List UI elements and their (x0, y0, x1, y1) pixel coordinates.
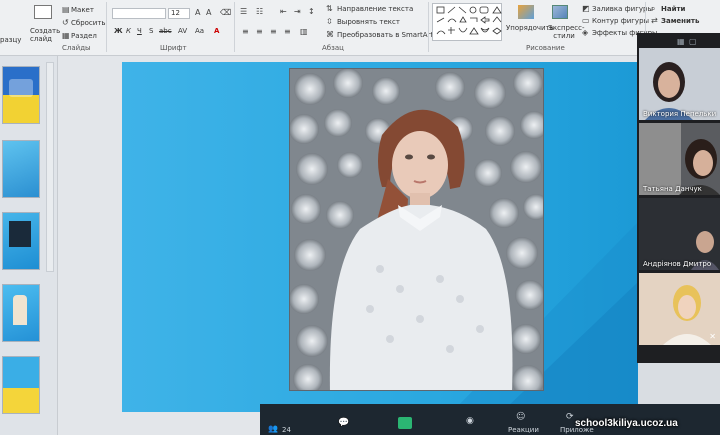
align-text-button[interactable]: Выровнять текст (337, 18, 400, 26)
grow-font-icon[interactable]: A (195, 9, 200, 17)
paragraph-group-label: Абзац (322, 44, 344, 52)
thumbnail-figure (13, 295, 27, 325)
separator (106, 2, 107, 52)
participant-tile[interactable]: Андріянов Дмитро (639, 198, 720, 270)
participants-count: 24 (282, 426, 291, 434)
slide-thumbnail[interactable] (2, 284, 40, 342)
participants-icon[interactable]: 👥 (268, 424, 278, 433)
chat-icon[interactable]: 💬 (338, 418, 349, 428)
participant-name: Татьяна Данчук (643, 185, 702, 193)
font-size-combo[interactable]: 12 (168, 8, 190, 19)
gallery-view-icon[interactable]: ▦ (677, 37, 685, 46)
text-direction-icon: ⇅ (326, 4, 333, 13)
shape-outline-button[interactable]: Контур фигуры (592, 17, 649, 25)
section-button[interactable]: Раздел (71, 32, 97, 40)
strikethrough-button[interactable]: abc (159, 27, 172, 35)
speaker-view-icon[interactable]: ▢ (689, 37, 697, 46)
shapes-icons (436, 6, 502, 35)
new-slide-icon (34, 5, 52, 19)
indent-decrease-icon[interactable]: ⇤ (280, 8, 287, 16)
text-direction-button[interactable]: Направление текста (337, 5, 413, 13)
reactions-button[interactable]: Реакции (508, 426, 539, 434)
bullets-icon[interactable]: ☰ (240, 8, 247, 16)
shape-fill-button[interactable]: Заливка фигуры (592, 5, 653, 13)
font-size-value: 12 (171, 9, 180, 17)
shape-fill-icon: ◩ (582, 4, 590, 13)
spacing-button[interactable]: AV (178, 27, 187, 35)
participant-name: Андріянов Дмитро (643, 260, 712, 268)
bold-button[interactable]: Ж (114, 27, 123, 35)
record-icon[interactable]: ◉ (466, 416, 474, 426)
new-slide-button[interactable]: Создать слайд (30, 27, 60, 43)
quick-styles-button[interactable]: Экспресс-стили (548, 24, 585, 40)
shrink-font-icon[interactable]: A (206, 9, 211, 17)
clear-format-icon[interactable]: ⌫ (220, 9, 231, 17)
muted-mic-icon: ✕ (709, 332, 716, 341)
ribbon: разцу Создать слайд ▤ Макет ↺ Сбросить ▦… (0, 0, 720, 56)
slide-thumbnail[interactable] (2, 140, 40, 198)
smartart-icon: ⌘ (326, 30, 334, 39)
align-text-icon: ⇳ (326, 17, 333, 26)
thumbnail-figure (9, 79, 33, 97)
font-family-combo[interactable] (112, 8, 166, 19)
quick-styles-icon (552, 5, 568, 19)
indent-increase-icon[interactable]: ⇥ (294, 8, 301, 16)
shape-effects-icon: ◈ (582, 28, 589, 37)
arrange-button[interactable]: Упорядочить (506, 24, 554, 32)
layout-icon: ▤ (62, 5, 70, 14)
participant-tile[interactable]: Виктория Пепельки (639, 48, 720, 120)
reactions-icon[interactable]: ☺ (516, 412, 525, 422)
case-button[interactable]: Aa (195, 27, 204, 35)
video-call-panel: ▦ ▢ Виктория Пепельки Татьяна Данчук Анд… (637, 33, 720, 363)
thumbnail-photo (9, 221, 31, 247)
participant-tile[interactable]: ✕ (639, 273, 720, 345)
cut-label: разцу (0, 36, 22, 44)
line-spacing-icon[interactable]: ↕ (308, 8, 315, 16)
italic-button[interactable]: К (126, 27, 131, 35)
smartart-button[interactable]: Преобразовать в SmartArt (337, 31, 433, 39)
share-screen-button[interactable] (398, 417, 412, 429)
participant-name: Виктория Пепельки (643, 110, 717, 118)
align-center-icon[interactable]: ≡ (256, 28, 263, 36)
slide-thumbnail[interactable] (2, 66, 40, 124)
screen: разцу Создать слайд ▤ Макет ↺ Сбросить ▦… (0, 0, 720, 435)
separator (428, 2, 429, 52)
drawing-group-label: Рисование (526, 44, 565, 52)
shape-outline-icon: ▭ (582, 16, 590, 25)
slides-group-label: Слайды (62, 44, 91, 52)
student-photo[interactable] (289, 68, 544, 391)
align-left-icon[interactable]: ≡ (242, 28, 249, 36)
participant-tile[interactable]: Татьяна Данчук (639, 123, 720, 195)
replace-button[interactable]: Заменить (661, 17, 699, 25)
numbering-icon[interactable]: ☷ (256, 8, 263, 16)
columns-icon[interactable]: ▥ (300, 28, 308, 36)
font-group-label: Шрифт (160, 44, 187, 52)
participant-video (639, 273, 720, 345)
underline-button[interactable]: Ч (137, 27, 142, 35)
find-icon: ⌕ (651, 4, 656, 13)
apps-icon[interactable]: ⟳ (566, 412, 574, 422)
slide-thumbnail[interactable] (2, 212, 40, 270)
watermark: school3kiliya.ucoz.ua (575, 418, 678, 429)
slide-thumbnail[interactable] (2, 356, 40, 414)
shapes-gallery[interactable] (432, 3, 502, 41)
reset-icon: ↺ (62, 18, 69, 27)
replace-icon: ⇄ (651, 16, 658, 25)
align-right-icon[interactable]: ≡ (270, 28, 277, 36)
separator (234, 2, 235, 52)
section-icon: ▦ (62, 31, 70, 40)
reset-button[interactable]: Сбросить (71, 19, 106, 27)
justify-icon[interactable]: ≡ (284, 28, 291, 36)
thumbnail-scrollbar[interactable] (46, 62, 54, 272)
layout-button[interactable]: Макет (71, 6, 94, 14)
arrange-icon (518, 5, 534, 19)
shadow-button[interactable]: S (149, 27, 153, 35)
font-color-button[interactable]: A (214, 27, 219, 35)
photo-illustration (290, 69, 543, 390)
find-button[interactable]: Найти (661, 5, 685, 13)
